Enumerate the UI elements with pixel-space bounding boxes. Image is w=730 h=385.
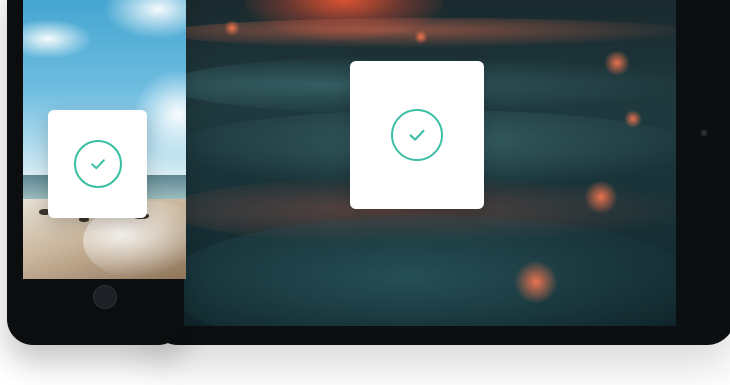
checkmark-circle-icon xyxy=(391,109,443,161)
phone-success-card xyxy=(48,110,147,218)
checkmark-icon xyxy=(90,159,105,170)
cloud xyxy=(103,0,186,39)
checkmark-icon xyxy=(409,129,425,141)
light-spark xyxy=(624,110,642,128)
light-spark xyxy=(224,20,240,36)
checkmark-circle-icon xyxy=(73,140,122,188)
tablet-success-card xyxy=(350,61,484,209)
light-spark xyxy=(514,260,558,304)
home-button[interactable] xyxy=(93,285,117,309)
wave xyxy=(184,215,676,326)
tablet-camera xyxy=(701,130,707,136)
light-spark xyxy=(604,50,630,76)
light-spark xyxy=(584,180,618,214)
device-mockup-stage xyxy=(0,0,730,385)
cloud xyxy=(23,19,93,59)
wave xyxy=(184,18,676,48)
light-spark xyxy=(414,30,428,44)
